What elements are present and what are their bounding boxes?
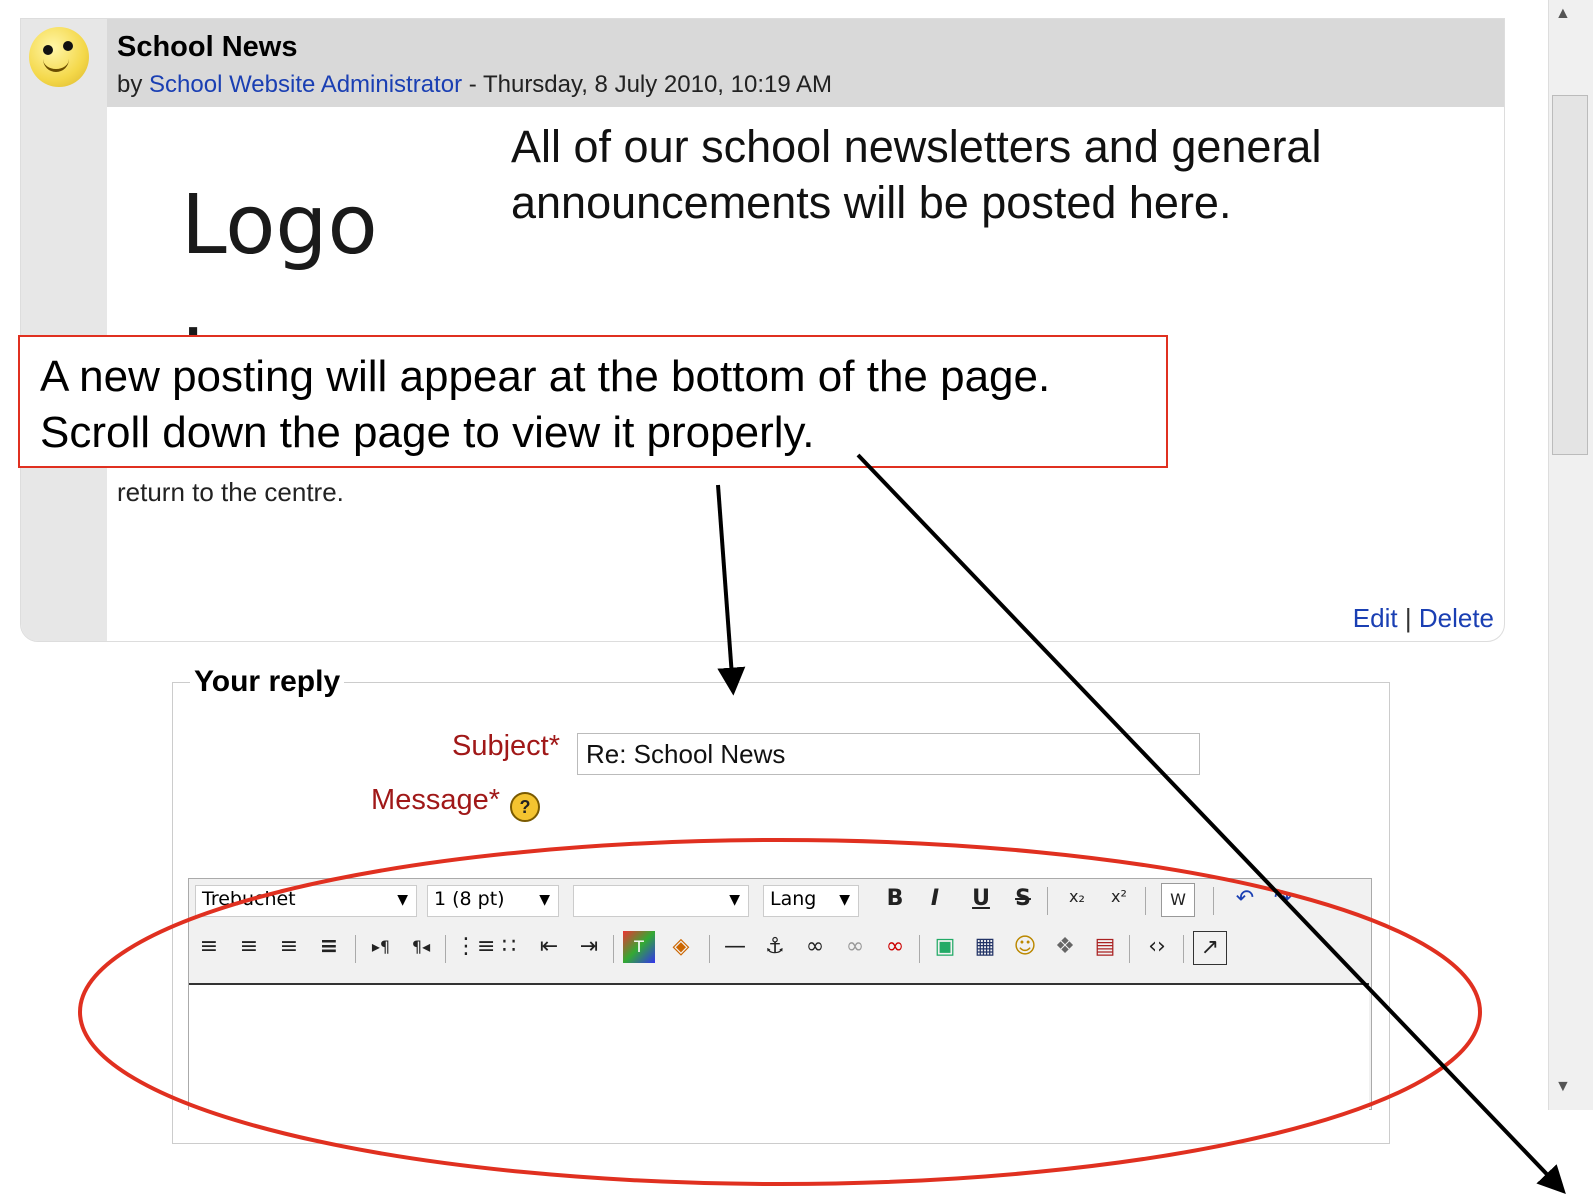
- ltr-icon[interactable]: ▸¶: [365, 931, 397, 963]
- scroll-down-icon[interactable]: ▼: [1555, 1078, 1571, 1096]
- rtl-icon[interactable]: ¶◂: [405, 931, 437, 963]
- html-editor: Trebuchet ▼ 1 (8 pt) ▼ ▼ Lang ▼ B I U S x₂ …: [188, 878, 1372, 1111]
- background-color-icon[interactable]: ◈: [665, 931, 697, 963]
- ordered-list-icon[interactable]: ⋮≡: [455, 931, 495, 963]
- font-family-select[interactable]: Trebuchet ▼: [195, 885, 417, 917]
- chevron-down-icon: ▼: [539, 892, 550, 908]
- delete-link[interactable]: Delete: [1419, 603, 1494, 633]
- align-center-icon[interactable]: ≡: [233, 931, 265, 963]
- post-title: School News: [117, 31, 298, 63]
- font-size-select[interactable]: 1 (8 pt) ▼: [427, 885, 559, 917]
- font-size-value: 1 (8 pt): [434, 888, 505, 910]
- anchor-icon[interactable]: ⚓: [759, 931, 791, 963]
- reply-legend: Your reply: [190, 665, 345, 699]
- align-right-icon[interactable]: ≡: [273, 931, 305, 963]
- lang-value: Lang: [770, 888, 817, 910]
- scroll-thumb[interactable]: [1552, 95, 1588, 455]
- table-icon[interactable]: ▦: [969, 931, 1001, 963]
- outdent-icon[interactable]: ⇤: [533, 931, 565, 963]
- link-icon[interactable]: ∞: [799, 931, 831, 963]
- message-label: Message*: [371, 784, 500, 816]
- scroll-up-icon[interactable]: ▲: [1555, 5, 1571, 23]
- message-editor-area[interactable]: [189, 983, 1369, 1111]
- edit-link[interactable]: Edit: [1353, 603, 1398, 633]
- bold-icon[interactable]: B: [879, 883, 911, 915]
- smiley-icon[interactable]: ☺: [1009, 931, 1041, 963]
- text-color-icon[interactable]: T: [623, 931, 655, 963]
- unlink-icon[interactable]: ∞: [839, 931, 871, 963]
- italic-icon[interactable]: I: [919, 883, 951, 915]
- html-source-icon[interactable]: ‹›: [1141, 931, 1173, 963]
- paragraph-select[interactable]: ▼: [573, 885, 749, 917]
- unordered-list-icon[interactable]: ∷: [493, 931, 525, 963]
- post-body-text: return to the centre.: [117, 477, 344, 507]
- justify-icon[interactable]: ≡: [313, 931, 345, 963]
- align-left-icon[interactable]: ≡: [193, 931, 225, 963]
- post-actions: Edit | Delete: [1353, 603, 1494, 634]
- lang-select[interactable]: Lang ▼: [763, 885, 859, 917]
- chevron-down-icon: ▼: [397, 892, 408, 908]
- subscript-icon[interactable]: x₂: [1061, 881, 1093, 913]
- chevron-down-icon: ▼: [839, 892, 850, 908]
- author-link[interactable]: School Website Administrator: [149, 71, 462, 98]
- forum-post: School News by School Website Administra…: [20, 18, 1505, 642]
- underline-icon[interactable]: U: [965, 883, 997, 915]
- indent-icon[interactable]: ⇥: [573, 931, 605, 963]
- paste-word-icon[interactable]: W: [1161, 883, 1195, 917]
- horizontal-rule-icon[interactable]: —: [719, 931, 751, 963]
- nolink-icon[interactable]: ∞: [879, 931, 911, 963]
- undo-icon[interactable]: ↶: [1229, 883, 1261, 915]
- font-family-value: Trebuchet: [202, 888, 296, 910]
- chevron-down-icon: ▼: [729, 892, 740, 908]
- special-char-icon[interactable]: ❖: [1049, 931, 1081, 963]
- announcement-text: All of our school newsletters and genera…: [511, 121, 1322, 228]
- subject-input[interactable]: [577, 733, 1200, 775]
- avatar[interactable]: [29, 27, 89, 87]
- search-replace-icon[interactable]: ▤: [1089, 931, 1121, 963]
- post-sidebar: [21, 19, 107, 641]
- redo-icon[interactable]: ↷: [1267, 883, 1299, 915]
- callout-line-2: Scroll down the page to view it properly…: [40, 408, 815, 457]
- help-icon[interactable]: ?: [510, 792, 540, 822]
- callout-line-1: A new posting will appear at the bottom …: [40, 352, 1051, 401]
- subject-label: Subject*: [451, 730, 560, 762]
- fullscreen-icon[interactable]: ↗: [1193, 931, 1227, 965]
- strikethrough-icon[interactable]: S: [1007, 883, 1039, 915]
- byline-prefix: by: [117, 71, 143, 98]
- superscript-icon[interactable]: x²: [1103, 881, 1135, 913]
- post-byline: by School Website Administrator - Thursd…: [117, 71, 832, 99]
- image-icon[interactable]: ▣: [929, 931, 961, 963]
- post-date: - Thursday, 8 July 2010, 10:19 AM: [462, 71, 833, 98]
- annotation-callout: A new posting will appear at the bottom …: [18, 335, 1168, 468]
- action-separator: |: [1404, 603, 1412, 633]
